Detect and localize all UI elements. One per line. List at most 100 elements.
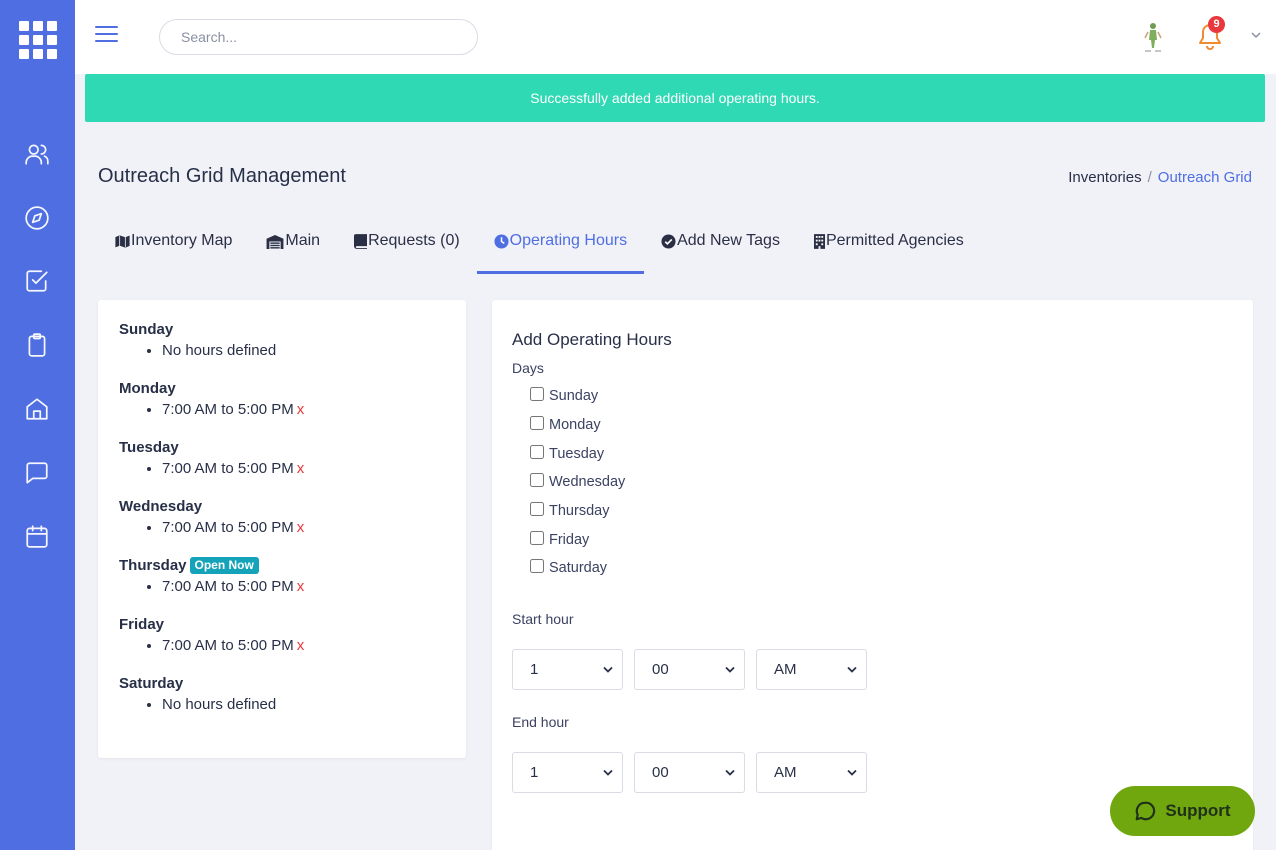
days-label: Days <box>512 360 544 376</box>
warehouse-icon <box>266 234 284 249</box>
notification-badge: 9 <box>1208 16 1225 33</box>
checkbox[interactable] <box>530 444 544 459</box>
day-name: Wednesday <box>119 498 203 515</box>
hours-entry: 7:00 AM to 5:00 PMx <box>162 517 445 539</box>
start-hour-selects: 1 00 AM <box>512 648 1233 690</box>
tab-operating-hours[interactable]: Operating Hours <box>476 222 645 274</box>
day-checkbox-sunday[interactable]: Sunday <box>530 382 1233 411</box>
topbar: 9 <box>75 0 1276 74</box>
chevron-down-icon <box>725 666 735 673</box>
tab-label: Add New Tags <box>677 232 780 249</box>
menu-icon[interactable] <box>95 26 118 44</box>
checkbox[interactable] <box>530 416 544 431</box>
tab-main[interactable]: Main <box>249 222 337 274</box>
chevron-down-icon <box>847 666 857 673</box>
hours-entry: 7:00 AM to 5:00 PMx <box>162 576 445 598</box>
success-alert: Successfully added additional operating … <box>85 74 1265 122</box>
start-hour-select[interactable]: 1 <box>512 648 623 690</box>
days-checkbox-group: Sunday Monday Tuesday Wednesday Thursday… <box>530 382 1233 583</box>
map-icon <box>115 234 130 249</box>
schedule-day: Tuesday 7:00 AM to 5:00 PMx <box>119 438 445 480</box>
tab-label: Inventory Map <box>131 232 233 249</box>
end-hour-select[interactable]: 1 <box>512 751 623 793</box>
chevron-down-icon <box>603 666 613 673</box>
day-name: Friday <box>119 616 165 633</box>
day-checkbox-monday[interactable]: Monday <box>530 411 1233 440</box>
breadcrumb-current: Outreach Grid <box>1157 169 1252 186</box>
checkbox[interactable] <box>530 559 544 574</box>
support-label: Support <box>1165 801 1231 820</box>
remove-hours-button[interactable]: x <box>297 578 305 595</box>
start-hour-label: Start hour <box>512 610 574 627</box>
chevron-down-icon[interactable] <box>1251 30 1261 40</box>
checkbox[interactable] <box>530 502 544 517</box>
breadcrumb: Inventories / Outreach Grid <box>1068 169 1252 186</box>
chat-icon[interactable] <box>24 460 50 486</box>
day-checkbox-saturday[interactable]: Saturday <box>530 554 1233 583</box>
add-hours-form: Add Operating Hours Days Sunday Monday T… <box>492 300 1253 850</box>
compass-icon[interactable] <box>24 205 50 231</box>
schedule-card: Sunday No hours defined Monday 7:00 AM t… <box>98 300 466 758</box>
schedule-day: Friday 7:00 AM to 5:00 PMx <box>119 615 445 657</box>
open-now-badge: Open Now <box>189 557 259 574</box>
building-icon <box>813 234 825 249</box>
sidebar <box>0 0 75 850</box>
home-icon[interactable] <box>24 396 50 422</box>
clock-icon <box>494 234 509 249</box>
hours-entry: 7:00 AM to 5:00 PMx <box>162 635 445 657</box>
hours-entry: 7:00 AM to 5:00 PMx <box>162 458 445 480</box>
checkbox-icon[interactable] <box>24 268 50 294</box>
day-checkbox-wednesday[interactable]: Wednesday <box>530 468 1233 497</box>
day-checkbox-tuesday[interactable]: Tuesday <box>530 439 1233 468</box>
day-name: Tuesday <box>119 439 179 456</box>
tab-label: Requests (0) <box>368 232 460 249</box>
hours-entry: 7:00 AM to 5:00 PMx <box>162 399 445 421</box>
remove-hours-button[interactable]: x <box>297 401 305 418</box>
start-minute-select[interactable]: 00 <box>634 648 745 690</box>
end-period-select[interactable]: AM <box>756 751 867 793</box>
tab-label: Main <box>285 232 321 249</box>
day-checkbox-thursday[interactable]: Thursday <box>530 497 1233 526</box>
page-title: Outreach Grid Management <box>98 165 346 187</box>
apps-grid-icon[interactable] <box>19 21 57 59</box>
form-title: Add Operating Hours <box>512 330 672 349</box>
tab-label: Permitted Agencies <box>825 232 964 249</box>
support-button[interactable]: Support <box>1110 786 1255 836</box>
users-icon[interactable] <box>24 141 50 167</box>
chevron-down-icon <box>847 769 857 776</box>
end-hour-label: End hour <box>512 713 569 730</box>
tab-inventory-map[interactable]: Inventory Map <box>98 222 249 274</box>
schedule-day: Sunday No hours defined <box>119 320 445 362</box>
remove-hours-button[interactable]: x <box>297 637 305 654</box>
book-icon <box>354 234 368 249</box>
breadcrumb-separator: / <box>1147 169 1152 186</box>
remove-hours-button[interactable]: x <box>297 460 305 477</box>
schedule-day: Monday 7:00 AM to 5:00 PMx <box>119 379 445 421</box>
tab-bar: Inventory Map Main Requests (0) Operatin… <box>98 222 981 274</box>
calendar-icon[interactable] <box>24 523 50 549</box>
day-name: Monday <box>119 380 176 397</box>
checkbox[interactable] <box>530 387 544 402</box>
tab-requests[interactable]: Requests (0) <box>337 222 477 274</box>
checkbox[interactable] <box>530 530 544 545</box>
hours-entry: No hours defined <box>162 340 445 362</box>
chevron-down-icon <box>603 769 613 776</box>
check-circle-icon <box>661 234 676 249</box>
chevron-down-icon <box>725 769 735 776</box>
schedule-day: Saturday No hours defined <box>119 674 445 716</box>
remove-hours-button[interactable]: x <box>297 519 305 536</box>
avatar[interactable] <box>1139 20 1167 54</box>
tab-add-new-tags[interactable]: Add New Tags <box>644 222 797 274</box>
day-checkbox-friday[interactable]: Friday <box>530 525 1233 554</box>
day-name: Sunday <box>119 321 174 338</box>
end-minute-select[interactable]: 00 <box>634 751 745 793</box>
checkbox[interactable] <box>530 473 544 488</box>
clipboard-icon[interactable] <box>24 332 50 358</box>
day-name: Thursday <box>119 557 187 574</box>
tab-permitted-agencies[interactable]: Permitted Agencies <box>797 222 981 274</box>
search-input[interactable] <box>159 19 478 55</box>
hours-entry: No hours defined <box>162 694 445 716</box>
end-hour-selects: 1 00 AM <box>512 751 1233 793</box>
breadcrumb-inventories[interactable]: Inventories <box>1068 169 1141 186</box>
start-period-select[interactable]: AM <box>756 648 867 690</box>
